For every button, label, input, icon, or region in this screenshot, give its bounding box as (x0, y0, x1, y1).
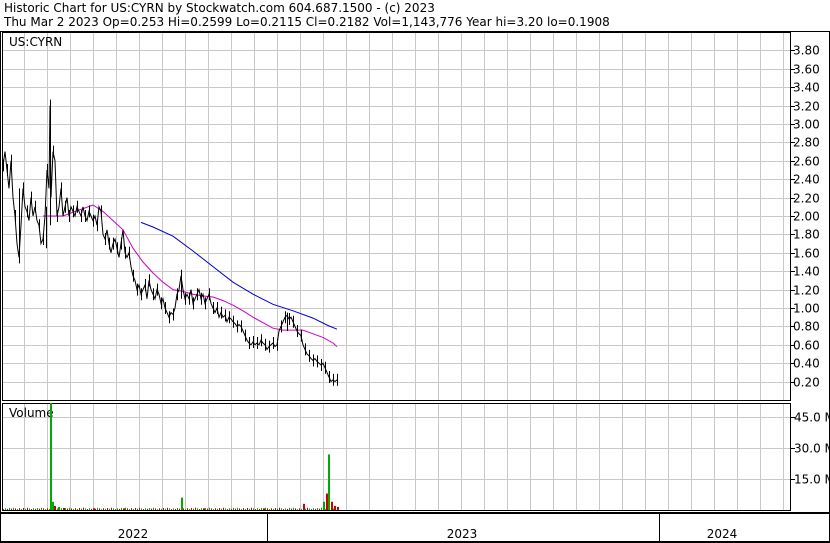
price-y-tick-label: 1.60 (793, 247, 820, 261)
price-y-tick-label: 3.20 (793, 100, 820, 114)
price-y-tick-label: 2.00 (793, 210, 820, 224)
price-y-tick-label: 2.60 (793, 155, 820, 169)
chart-stage: Historic Chart for US:CYRN by Stockwatch… (0, 0, 830, 543)
price-y-tick-label: 3.60 (793, 63, 820, 77)
volume-bar (326, 493, 328, 510)
volume-y-tick-label: 15.0 M (794, 473, 830, 487)
price-y-tick-label: 3.80 (793, 44, 820, 58)
volume-bar (334, 505, 336, 510)
volume-bar (328, 454, 330, 510)
price-y-tick-label: 0.80 (793, 320, 820, 334)
price-y-tick-label: 1.40 (793, 265, 820, 279)
volume-bar (54, 505, 56, 510)
price-y-tick-label: 1.80 (793, 228, 820, 242)
x-axis-year-label: 2024 (707, 527, 738, 541)
volume-bar (331, 501, 333, 510)
price-y-tick-label: 3.00 (793, 118, 820, 132)
volume-bar (123, 508, 125, 510)
volume-bar (93, 508, 95, 510)
price-y-tick-label: 2.40 (793, 173, 820, 187)
volume-bar (323, 501, 325, 510)
volume-bar (50, 403, 52, 510)
volume-bar (181, 497, 183, 510)
price-panel-label: US:CYRN (9, 35, 62, 49)
price-y-tick-label: 1.20 (793, 284, 820, 298)
volume-panel-frame (2, 403, 791, 511)
x-axis-year-label: 2022 (118, 527, 149, 541)
volume-bar (63, 507, 65, 510)
price-y-tick-label: 0.60 (793, 339, 820, 353)
volume-bar (337, 506, 339, 510)
price-y-tick-label: 1.00 (793, 302, 820, 316)
volume-bar (52, 501, 54, 510)
price-y-tick-label: 0.20 (793, 376, 820, 390)
x-axis-year-label: 2023 (447, 527, 478, 541)
volume-y-tick-label: 45.0 M (794, 411, 830, 425)
price-y-tick-label: 3.40 (793, 81, 820, 95)
price-y-tick-label: 0.40 (793, 357, 820, 371)
volume-bar (203, 508, 205, 510)
volume-bar (303, 503, 305, 510)
volume-y-tick-label: 30.0 M (794, 442, 830, 456)
price-y-tick-label: 2.80 (793, 136, 820, 150)
price-y-tick-label: 2.20 (793, 192, 820, 206)
volume-bar (263, 508, 265, 510)
volume-panel-label: Volume (9, 406, 54, 420)
volume-bar (58, 506, 60, 510)
stock-chart-svg: 0.20 0.40 0.60 0.80 1.00 1.20 1.40 1.60 1.80 2.00… (0, 31, 830, 543)
